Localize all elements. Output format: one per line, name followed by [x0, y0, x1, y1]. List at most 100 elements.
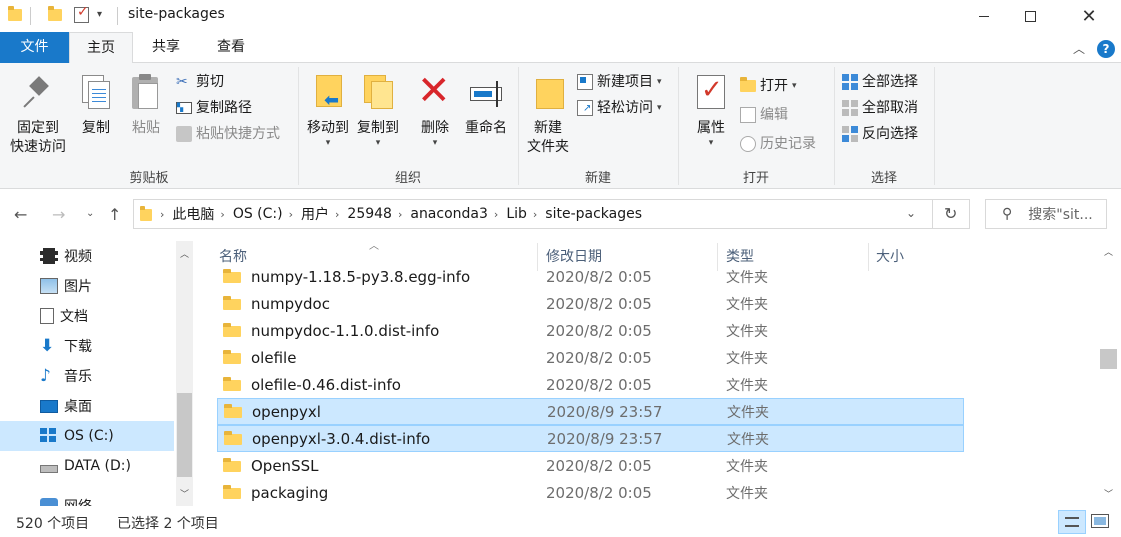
details-view-button[interactable] — [1058, 510, 1086, 534]
search-icon: ⚲ — [1002, 206, 1013, 222]
history-button[interactable]: 历史记录 — [740, 133, 816, 155]
item-count: 520 个项目 — [16, 516, 90, 532]
paste-button[interactable]: 粘贴 — [124, 71, 168, 138]
breadcrumb-item[interactable]: 用户 — [301, 204, 329, 224]
scroll-up-icon[interactable]: ︿ — [180, 247, 189, 260]
address-bar[interactable]: › 此电脑 › OS (C:) › 用户 › 25948 › anaconda3… — [133, 199, 970, 229]
nav-item-music[interactable]: ♪ 音乐 — [0, 361, 174, 391]
recent-locations-icon[interactable]: ⌄ — [86, 208, 94, 219]
invert-selection-label: 反向选择 — [862, 126, 918, 142]
breadcrumb-item[interactable]: 25948 — [347, 206, 392, 222]
scroll-down-icon[interactable]: ﹀ — [180, 487, 189, 500]
folder-icon — [8, 6, 22, 22]
delete-button[interactable]: ✕ 删除 ▾ — [415, 71, 455, 148]
large-icons-view-icon — [1094, 517, 1106, 525]
chevron-right-icon: › — [397, 207, 403, 221]
delete-icon: ✕ — [417, 68, 451, 114]
copy-icon — [76, 71, 116, 115]
file-row[interactable]: openpyxl-3.0.4.dist-info 2020/8/9 23:57 文件… — [217, 425, 964, 452]
dropdown-icon: ▾ — [708, 138, 714, 148]
file-row[interactable]: numpy-1.18.5-py3.8.egg-info 2020/8/2 0:05… — [217, 263, 964, 290]
paste-shortcut-button[interactable]: 粘贴快捷方式 — [176, 123, 280, 145]
selection-count: 已选择 2 个项目 — [117, 516, 219, 532]
divider — [934, 67, 935, 185]
search-input[interactable]: 搜索"sit... — [1028, 204, 1092, 224]
file-row[interactable]: numpydoc-1.1.0.dist-info 2020/8/2 0:05 文件夹 — [217, 317, 964, 344]
scroll-up-icon[interactable]: ︿ — [1104, 245, 1113, 258]
search-box[interactable]: ⚲ 搜索"sit... — [985, 199, 1107, 229]
file-row[interactable]: olefile-0.46.dist-info 2020/8/2 0:05 文件夹 — [217, 371, 964, 398]
nav-item-videos[interactable]: 视频 — [0, 241, 174, 271]
breadcrumb-item[interactable]: anaconda3 — [410, 206, 488, 222]
new-item-button[interactable]: 新建项目 ▾ — [577, 71, 662, 93]
breadcrumb-item[interactable]: OS (C:) — [233, 206, 283, 222]
move-to-button[interactable]: ⬅ 移动到 ▾ — [304, 71, 352, 148]
open-button[interactable]: 打开 ▾ — [740, 75, 797, 97]
tab-home[interactable]: 主页 — [69, 32, 133, 64]
copy-to-button[interactable]: 复制到 ▾ — [354, 71, 402, 148]
help-icon[interactable]: ? — [1097, 40, 1115, 58]
select-none-label: 全部取消 — [862, 100, 918, 116]
dropdown-icon: ▾ — [657, 77, 662, 87]
cut-button[interactable]: ✂ 剪切 — [176, 71, 224, 93]
select-all-button[interactable]: 全部选择 — [842, 71, 918, 93]
tab-share[interactable]: 共享 — [140, 32, 192, 63]
file-row[interactable]: openpyxl 2020/8/9 23:57 文件夹 — [217, 398, 964, 425]
minimize-button[interactable] — [961, 0, 1007, 32]
address-dropdown-icon[interactable]: ⌄ — [906, 206, 916, 220]
scrollbar-thumb[interactable] — [1100, 349, 1117, 369]
file-row[interactable]: numpydoc 2020/8/2 0:05 文件夹 — [217, 290, 964, 317]
edit-button[interactable]: 编辑 — [740, 104, 788, 126]
nav-item-downloads[interactable]: ⬇ 下载 — [0, 331, 174, 361]
tab-view[interactable]: 查看 — [205, 32, 257, 63]
maximize-button[interactable] — [1007, 0, 1053, 32]
file-row[interactable]: olefile 2020/8/2 0:05 文件夹 — [217, 344, 964, 371]
download-icon: ⬇ — [40, 336, 55, 356]
refresh-icon[interactable]: ↻ — [944, 204, 957, 223]
nav-item-network[interactable]: 网络 — [0, 491, 174, 506]
pin-label-2: 快速访问 — [10, 139, 66, 155]
large-icons-view-button[interactable] — [1091, 514, 1109, 528]
dropdown-icon: ▾ — [792, 81, 797, 91]
rename-button[interactable]: 重命名 — [460, 71, 512, 138]
nav-pane-scrollbar[interactable]: ︿ ﹀ — [176, 241, 193, 506]
nav-item-documents[interactable]: 文档 — [0, 301, 174, 331]
easy-access-button[interactable]: ↗ 轻松访问 ▾ — [577, 97, 662, 119]
paste-icon — [126, 71, 166, 115]
breadcrumb-item[interactable]: 此电脑 — [172, 204, 214, 224]
collapse-ribbon-icon[interactable]: ︿ — [1073, 40, 1085, 57]
select-none-button[interactable]: 全部取消 — [842, 97, 918, 119]
new-folder-quick-icon[interactable] — [48, 6, 62, 22]
file-list-scrollbar[interactable]: ︿ ﹀ — [1098, 241, 1121, 506]
file-row[interactable]: packaging 2020/8/2 0:05 文件夹 — [217, 479, 964, 506]
nav-item-pictures[interactable]: 图片 — [0, 271, 174, 301]
file-row[interactable]: OpenSSL 2020/8/2 0:05 文件夹 — [217, 452, 964, 479]
scroll-down-icon[interactable]: ﹀ — [1104, 487, 1113, 500]
folder-icon — [223, 376, 241, 392]
nav-item-data-drive[interactable]: DATA (D:) — [0, 451, 174, 481]
customize-quick-access-icon[interactable]: ▾ — [97, 9, 102, 20]
new-group-label: 新建 — [584, 171, 611, 186]
copy-button[interactable]: 复制 — [74, 71, 118, 138]
scrollbar-thumb[interactable] — [177, 393, 192, 477]
breadcrumb-item[interactable]: Lib — [506, 206, 527, 222]
breadcrumb-item[interactable]: site-packages — [545, 206, 642, 222]
nav-item-os-drive[interactable]: OS (C:) — [0, 421, 174, 451]
file-date: 2020/8/9 23:57 — [547, 402, 663, 421]
dropdown-icon: ▾ — [432, 138, 438, 148]
invert-selection-button[interactable]: 反向选择 — [842, 123, 918, 145]
title-bar: ✓ ▾ site-packages ✕ — [0, 0, 1121, 32]
nav-item-desktop[interactable]: 桌面 — [0, 391, 174, 421]
close-button[interactable]: ✕ — [1066, 0, 1112, 32]
new-folder-button[interactable]: 新建 文件夹 — [522, 71, 574, 157]
folder-icon — [223, 349, 241, 365]
pin-quick-access-button[interactable]: 固定到 快速访问 — [4, 71, 72, 157]
properties-quick-icon[interactable]: ✓ — [74, 4, 89, 23]
properties-button[interactable]: ✓ 属性 ▾ — [690, 71, 732, 148]
tab-file[interactable]: 文件 — [0, 32, 69, 63]
up-icon[interactable]: ↑ — [108, 205, 121, 224]
back-icon[interactable]: ← — [14, 205, 27, 224]
copy-path-button[interactable]: ▚ 复制路径 — [176, 97, 252, 119]
forward-icon[interactable]: → — [52, 205, 65, 224]
file-date: 2020/8/2 0:05 — [546, 267, 652, 286]
